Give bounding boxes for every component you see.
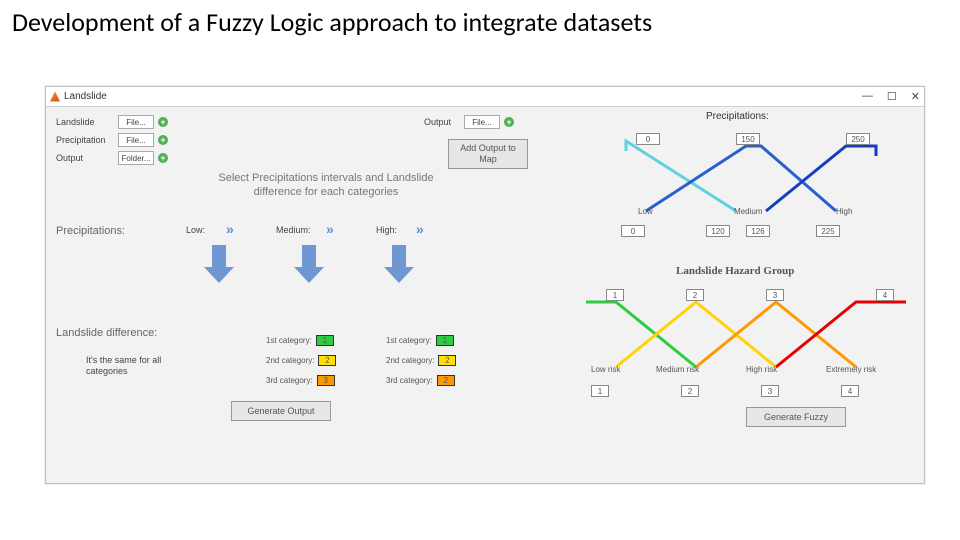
slide-title: Development of a Fuzzy Logic approach to…	[0, 0, 960, 38]
cat3b-label: 3rd category:	[386, 376, 433, 385]
generate-fuzzy-button[interactable]: Generate Fuzzy	[746, 407, 846, 427]
precip-bot-3[interactable]: 225	[816, 225, 840, 237]
cat3-value[interactable]: 3	[317, 375, 335, 386]
same-note: It's the same for all categories	[86, 355, 166, 377]
cat1b-label: 1st category:	[386, 336, 432, 345]
output-file-add-icon[interactable]: +	[504, 117, 514, 127]
generate-output-button[interactable]: Generate Output	[231, 401, 331, 421]
maximize-button[interactable]: ☐	[887, 90, 897, 103]
haz-high-label: High risk	[746, 365, 777, 374]
output-label: Output	[56, 153, 83, 163]
haz-medium-label: Medium risk	[656, 365, 699, 374]
haz-extreme-label: Extremely risk	[826, 365, 876, 374]
precip-medium-label: Medium	[734, 207, 762, 216]
precip-top-1[interactable]: 150	[736, 133, 760, 145]
haz-bot-3[interactable]: 3	[761, 385, 779, 397]
haz-top-4[interactable]: 4	[876, 289, 894, 301]
precipitation-label: Precipitation	[56, 135, 106, 145]
arrow-down-icon	[294, 245, 324, 285]
titlebar: Landslide — ☐ ✕	[46, 87, 924, 107]
haz-top-3[interactable]: 3	[766, 289, 784, 301]
output-file-button[interactable]: File...	[464, 115, 500, 129]
output-file-label: Output	[424, 117, 451, 127]
hazard-chart-title: Landslide Hazard Group	[676, 265, 794, 277]
minimize-button[interactable]: —	[862, 90, 873, 103]
haz-top-1[interactable]: 1	[606, 289, 624, 301]
landslide-label: Landslide	[56, 117, 95, 127]
low-label: Low:	[186, 225, 205, 235]
landslide-add-icon[interactable]: +	[158, 117, 168, 127]
cat2-label: 2nd category:	[266, 356, 314, 365]
precip-low-label: Low	[638, 207, 653, 216]
precip-row-title: Precipitations:	[56, 225, 125, 237]
cat2b-label: 2nd category:	[386, 356, 434, 365]
precip-high-label: High	[836, 207, 852, 216]
precip-top-2[interactable]: 250	[846, 133, 870, 145]
precip-bot-2[interactable]: 126	[746, 225, 770, 237]
cat2b-value[interactable]: 2	[438, 355, 456, 366]
cat1b-value[interactable]: 1	[436, 335, 454, 346]
close-button[interactable]: ✕	[911, 90, 920, 103]
instruction-text: Select Precipitations intervals and Land…	[196, 171, 456, 200]
cat1-label: 1st category:	[266, 336, 312, 345]
precipitation-add-icon[interactable]: +	[158, 135, 168, 145]
cat1-value[interactable]: 1	[316, 335, 334, 346]
chevron-icon: »	[326, 221, 334, 237]
landslide-diff-title: Landslide difference:	[56, 327, 157, 339]
haz-low-label: Low risk	[591, 365, 620, 374]
arrow-down-icon	[204, 245, 234, 285]
haz-top-2[interactable]: 2	[686, 289, 704, 301]
chevron-icon: »	[226, 221, 234, 237]
haz-bot-1[interactable]: 1	[591, 385, 609, 397]
output-add-icon[interactable]: +	[158, 153, 168, 163]
window-content: Landslide File... + Precipitation File..…	[46, 107, 924, 483]
arrow-down-icon	[384, 245, 414, 285]
precip-bot-0[interactable]: 0	[621, 225, 645, 237]
cat2-value[interactable]: 2	[318, 355, 336, 366]
precip-bot-1[interactable]: 120	[706, 225, 730, 237]
haz-bot-4[interactable]: 4	[841, 385, 859, 397]
window-title: Landslide	[64, 91, 862, 102]
landslide-file-button[interactable]: File...	[118, 115, 154, 129]
precipitation-file-button[interactable]: File...	[118, 133, 154, 147]
cat3b-value[interactable]: 2	[437, 375, 455, 386]
haz-bot-2[interactable]: 2	[681, 385, 699, 397]
app-icon	[50, 92, 60, 102]
cat3-label: 3rd category:	[266, 376, 313, 385]
medium-label: Medium:	[276, 225, 311, 235]
add-output-to-map-button[interactable]: Add Output to Map	[448, 139, 528, 169]
high-label: High:	[376, 225, 397, 235]
output-folder-button[interactable]: Folder...	[118, 151, 154, 165]
precip-top-0[interactable]: 0	[636, 133, 660, 145]
app-window: Landslide — ☐ ✕ Landslide File... + Prec…	[45, 86, 925, 484]
chevron-icon: »	[416, 221, 424, 237]
